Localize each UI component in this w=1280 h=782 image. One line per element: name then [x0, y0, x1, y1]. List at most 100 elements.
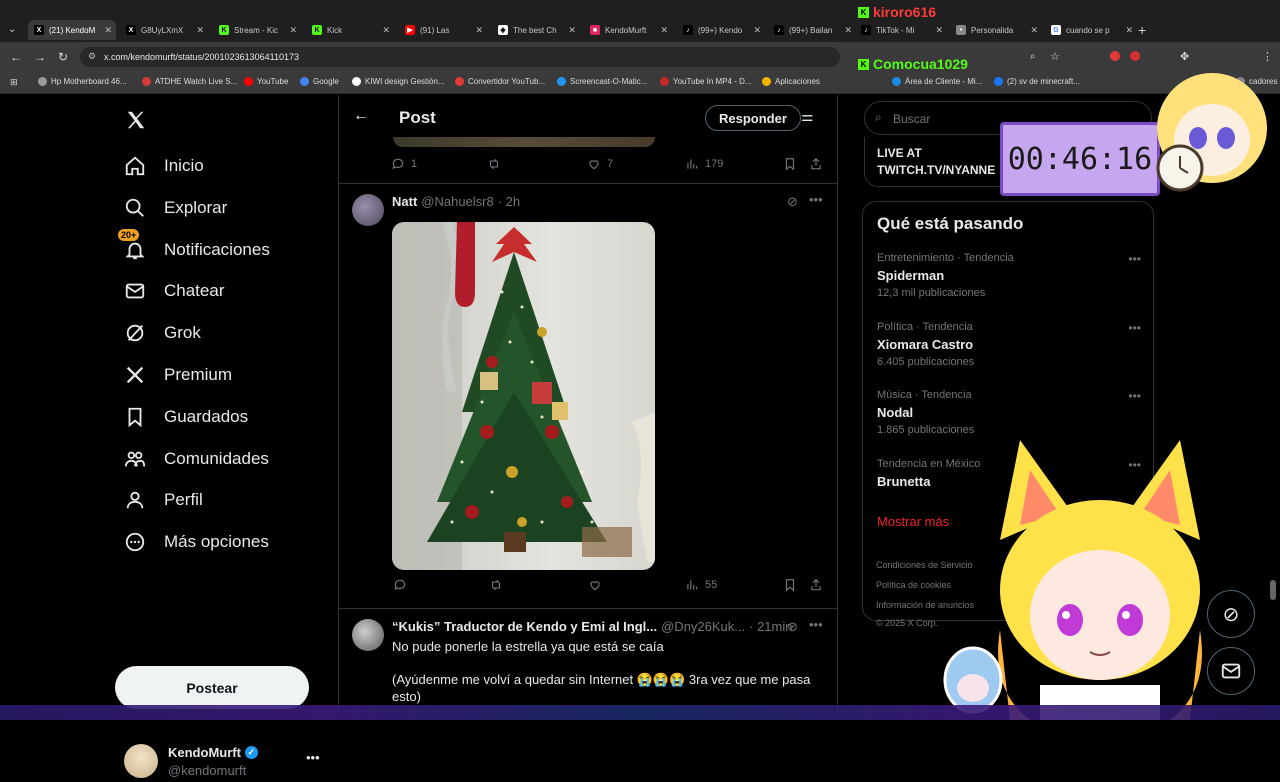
close-tab-icon[interactable]: ✕ — [289, 25, 297, 36]
bookmark-item[interactable]: Área de Cliente - Mi... — [892, 77, 982, 86]
browser-tab[interactable]: ♪ (99+) Bailan ✕ — [768, 20, 856, 40]
show-more-link[interactable]: Mostrar más — [877, 514, 949, 529]
sidebar-item-inicio[interactable]: Inicio — [124, 149, 204, 183]
close-tab-icon[interactable]: ✕ — [568, 25, 576, 36]
forward-icon[interactable]: → — [34, 50, 46, 64]
repost-action[interactable] — [487, 157, 501, 171]
tweet-timestamp[interactable]: · 2h — [498, 194, 520, 209]
footer-link[interactable]: Condiciones de Servicio — [876, 560, 973, 570]
zoom-icon[interactable]: ⌕ — [1030, 51, 1036, 62]
account-switcher[interactable]: KendoMurft ✓ @kendomurft ••• — [124, 742, 324, 782]
tweet-author-handle[interactable]: @Nahuelsr8 — [421, 194, 493, 209]
browser-tab[interactable]: X (21) KendoM ✕ — [28, 20, 116, 40]
more-icon[interactable]: ••• — [809, 192, 823, 207]
footer-link[interactable]: Política de cookies — [876, 580, 951, 590]
extension-icon[interactable] — [1110, 51, 1120, 61]
trend-item[interactable]: Música · Tendencia Nodal 1.865 publicacion… — [877, 389, 1147, 436]
close-tab-icon[interactable]: ✕ — [475, 25, 483, 36]
share-icon[interactable] — [809, 157, 823, 171]
tweet-author-name[interactable]: Natt — [392, 194, 417, 209]
close-tab-icon[interactable]: ✕ — [660, 25, 668, 36]
sidebar-item-perfil[interactable]: Perfil — [124, 483, 203, 517]
x-logo-icon[interactable] — [125, 109, 147, 131]
close-tab-icon[interactable]: ✕ — [104, 25, 112, 36]
bookmark-item[interactable]: Hp Motherboard 46... — [38, 77, 127, 86]
tweet-timestamp[interactable]: · 21min — [749, 619, 792, 634]
more-icon[interactable]: ••• — [1128, 389, 1141, 403]
bookmark-item[interactable]: Convertidor YouTub... — [455, 77, 545, 86]
site-info-icon[interactable]: ⚙ — [88, 51, 96, 62]
close-tab-icon[interactable]: ✕ — [1125, 25, 1133, 36]
grok-icon[interactable]: ⊘ — [787, 194, 798, 210]
scrollbar-thumb[interactable] — [1270, 580, 1276, 600]
bookmark-item[interactable]: Screencast-O-Matic... — [557, 77, 647, 86]
star-icon[interactable]: ☆ — [1050, 50, 1060, 63]
bookmark-item[interactable]: KIWI design Gestión... — [352, 77, 445, 86]
trend-item[interactable]: Entretenimiento · Tendencia Spiderman 12,3… — [877, 252, 1147, 299]
tweet[interactable]: “Kukis” Traductor de Kendo y Emi al Ingl… — [339, 609, 837, 720]
bookmark-item[interactable]: Aplicaciones — [762, 77, 820, 86]
browser-tab[interactable]: K Kick ✕ — [306, 20, 394, 40]
bookmark-item[interactable]: Google — [300, 77, 339, 86]
browser-tab[interactable]: ▶ (91) Las ✕ — [399, 20, 487, 40]
browser-tab[interactable]: K Stream - Kic ✕ — [213, 20, 301, 40]
bookmark-item[interactable]: (2) sv de minecraft... — [994, 77, 1080, 86]
reply-action[interactable] — [393, 578, 407, 592]
sidebar-item-notificaciones[interactable]: 20+ Notificaciones — [118, 228, 270, 267]
sidebar-item-mas-opciones[interactable]: Más opciones — [124, 525, 269, 559]
sidebar-item-comunidades[interactable]: Comunidades — [124, 442, 269, 476]
browser-tab[interactable]: Gcuando se p ✕ — [1045, 20, 1137, 40]
browser-tab[interactable]: X G8UyLXmX ✕ — [120, 20, 208, 40]
post-button[interactable]: Postear — [115, 666, 309, 709]
back-icon[interactable]: ← — [10, 50, 22, 64]
christmas-tree-photo[interactable] — [392, 222, 655, 570]
footer-link[interactable]: Información de anuncios — [876, 600, 974, 610]
tweet-author-name[interactable]: “Kukis” Traductor de Kendo y Emi al Ingl… — [392, 619, 657, 634]
repost-action[interactable] — [489, 578, 503, 592]
views-action[interactable]: 179 — [685, 157, 723, 171]
sidebar-item-chatear[interactable]: Chatear — [124, 274, 224, 308]
like-action[interactable]: 7 — [587, 157, 613, 171]
browser-tab[interactable]: ♪ TikTok - Mi ✕ — [855, 20, 947, 40]
reply-action[interactable]: 1 — [391, 157, 417, 171]
browser-tab[interactable]: ♪ (99+) Kendo ✕ — [677, 20, 765, 40]
sidebar-item-guardados[interactable]: Guardados — [124, 400, 248, 434]
reload-icon[interactable]: ↻ — [58, 50, 68, 64]
back-arrow-icon[interactable]: ← — [353, 107, 369, 125]
sliders-icon[interactable]: ⚌ — [801, 108, 814, 125]
browser-tab[interactable]: ■ KendoMurft ✕ — [584, 20, 672, 40]
more-icon[interactable]: ••• — [1128, 252, 1141, 266]
sidebar-item-explorar[interactable]: Explorar — [124, 191, 227, 225]
bookmark-item[interactable]: YouTube In MP4 - D... — [660, 77, 752, 86]
sidebar-item-grok[interactable]: Grok — [124, 316, 201, 350]
close-tab-icon[interactable]: ✕ — [196, 25, 204, 36]
apps-grid-icon[interactable]: ⊞ — [10, 77, 18, 88]
tweet[interactable]: Natt @Nahuelsr8 · 2h ⊘ ••• 55 — [339, 184, 837, 608]
trend-item[interactable]: Política · Tendencia Xiomara Castro 6.405 … — [877, 321, 1147, 368]
more-icon[interactable]: ••• — [1128, 321, 1141, 335]
new-tab-button[interactable]: + — [1138, 22, 1146, 38]
messages-float-button[interactable] — [1207, 647, 1255, 695]
avatar[interactable] — [352, 619, 384, 651]
close-tab-icon[interactable]: ✕ — [382, 25, 390, 36]
more-icon[interactable]: ••• — [306, 750, 320, 765]
bookmark-item[interactable]: ATDHE Watch Live S... — [142, 77, 237, 86]
grok-icon[interactable]: ⊘ — [787, 619, 798, 635]
previous-tweet-image[interactable] — [393, 137, 655, 147]
more-icon[interactable]: ••• — [809, 617, 823, 632]
browser-tab[interactable]: • Personalida ✕ — [950, 20, 1042, 40]
grok-float-button[interactable]: ⊘ — [1207, 590, 1255, 638]
bookmark-icon[interactable] — [783, 157, 797, 171]
browser-tab[interactable]: ◈ The best Ch ✕ — [492, 20, 580, 40]
views-action[interactable]: 55 — [685, 578, 717, 592]
bookmark-item[interactable]: YouTube — [244, 77, 288, 86]
share-icon[interactable] — [809, 578, 823, 592]
tab-search-icon[interactable]: ⌄ — [8, 24, 16, 35]
close-tab-icon[interactable]: ✕ — [1030, 25, 1038, 36]
avatar[interactable] — [352, 194, 384, 226]
bookmark-icon[interactable] — [783, 578, 797, 592]
close-tab-icon[interactable]: ✕ — [935, 25, 943, 36]
like-action[interactable] — [588, 578, 602, 592]
reply-button[interactable]: Responder — [705, 105, 801, 131]
url-bar[interactable]: ⚙ x.com/kendomurft/status/20010236130641… — [80, 47, 840, 67]
